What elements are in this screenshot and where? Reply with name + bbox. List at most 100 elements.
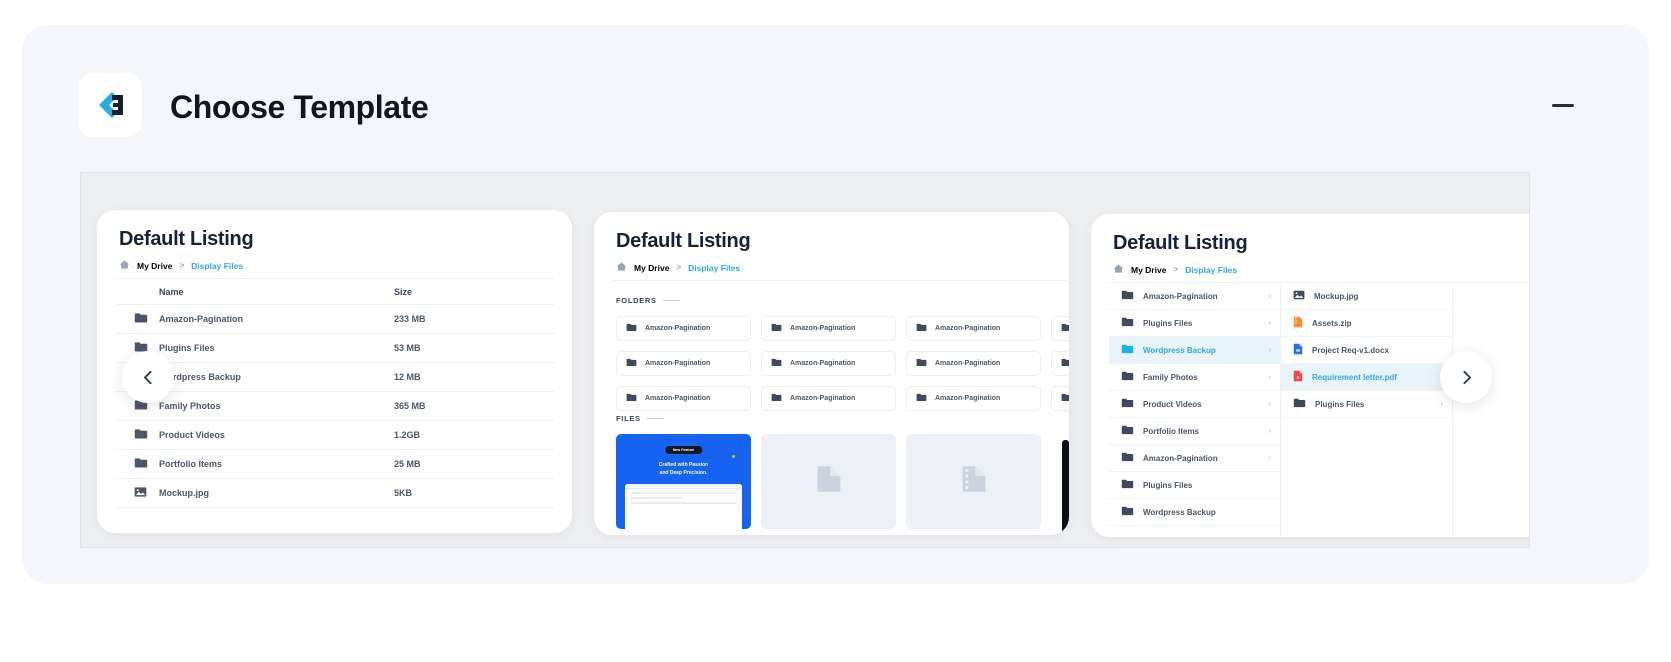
table-row[interactable]: Wordpress Backup 12 MB <box>115 362 554 392</box>
carousel-next-button[interactable] <box>1440 351 1492 403</box>
file-size: 5KB <box>394 478 554 508</box>
promo-line-1: Crafted with Passion <box>658 462 709 468</box>
folder-icon <box>771 358 782 369</box>
folder-chip-label: Amazon-Pagination <box>790 360 856 367</box>
breadcrumb-current[interactable]: Display Files <box>191 261 243 271</box>
file-size: 1.2GB <box>394 420 554 450</box>
folder-chip[interactable]: Amazon-Pagination <box>761 351 896 376</box>
file-name: Mockup.jpg <box>1314 291 1359 301</box>
breadcrumb: My Drive > Display Files <box>119 259 243 272</box>
home-icon <box>119 259 130 272</box>
carousel-prev-button[interactable] <box>122 351 174 403</box>
breadcrumb-drive[interactable]: My Drive <box>137 261 172 271</box>
table-row[interactable]: Product Videos 1.2GB <box>115 420 554 450</box>
folder-chip[interactable]: Amazon-Pagination <box>616 351 751 376</box>
file-thumbnail-row: New Feature Crafted with Passion and Dee… <box>616 434 1069 529</box>
folder-icon <box>1121 452 1134 464</box>
breadcrumb: My Drive > Display Files <box>1113 263 1237 276</box>
vertical-scrollbar[interactable] <box>1062 440 1069 535</box>
file-size: 365 MB <box>394 391 554 421</box>
folder-name: Family Photos <box>1143 372 1198 382</box>
file-table: Name Size Amazon-Pagination 233 MB Plugi… <box>115 278 554 508</box>
folder-icon <box>626 358 637 369</box>
file-name: Plugins Files <box>159 343 215 353</box>
template-carousel: Default Listing My Drive > Display Files… <box>80 172 1530 548</box>
file-name: Project Req-v1.docx <box>1312 345 1389 355</box>
file-thumbnail[interactable] <box>761 434 896 529</box>
folder-chip[interactable]: Amazon-Pagination <box>616 386 751 411</box>
folder-chip-label: Amazon-Pagination <box>790 325 856 332</box>
document-file-icon <box>812 462 846 501</box>
list-item[interactable]: Mockup.jpg <box>1281 283 1452 310</box>
folder-chip[interactable]: Amazon-Pagination <box>616 316 751 341</box>
divider <box>612 280 1069 281</box>
folder-icon <box>626 323 637 334</box>
table-row[interactable]: Plugins Files 53 MB <box>115 333 554 363</box>
table-row[interactable]: Family Photos 365 MB <box>115 391 554 421</box>
list-item[interactable]: Family Photos › <box>1109 364 1280 391</box>
list-item[interactable]: W Project Req-v1.docx <box>1281 337 1452 364</box>
breadcrumb-drive[interactable]: My Drive <box>634 263 669 273</box>
files-section: FILES New Feature Crafted with Passion a… <box>616 414 1069 529</box>
file-thumbnail[interactable] <box>906 434 1041 529</box>
breadcrumb-current[interactable]: Display Files <box>688 263 740 273</box>
file-name: Requirement letter.pdf <box>1312 372 1397 382</box>
folder-icon <box>1061 393 1069 404</box>
list-item[interactable]: Product Videos › <box>1109 391 1280 418</box>
chevron-right-icon: › <box>1268 400 1271 408</box>
list-item[interactable]: Amazon-Pagination › <box>1109 445 1280 472</box>
list-item[interactable]: Wordpress Backup <box>1109 499 1280 526</box>
list-item[interactable]: Assets.zip <box>1281 310 1452 337</box>
page-title: Choose Template <box>170 89 429 125</box>
chevron-right-icon: › <box>1268 373 1271 381</box>
chevron-left-icon <box>140 369 157 386</box>
folder-icon <box>1293 398 1306 410</box>
zip-file-icon <box>1293 316 1303 330</box>
list-item[interactable]: Plugins Files <box>1109 472 1280 499</box>
file-name: Family Photos <box>159 401 221 411</box>
folder-name: Amazon-Pagination <box>1143 453 1218 463</box>
table-row[interactable]: Portfolio Items 25 MB <box>115 449 554 479</box>
chevron-right-icon: › <box>1440 400 1443 408</box>
folder-chip[interactable]: Amazon-Pagination <box>1051 386 1069 411</box>
image-file-icon <box>1293 290 1305 302</box>
folder-chip-grid: Amazon-Pagination Amazon-Pagination Amaz… <box>616 316 1069 411</box>
folder-name: Product Videos <box>1143 399 1202 409</box>
preview-pane <box>1453 283 1529 537</box>
list-item[interactable]: Plugins Files › <box>1109 310 1280 337</box>
app-logo <box>78 73 142 137</box>
list-item[interactable]: Portfolio Items › <box>1109 418 1280 445</box>
list-item-selected[interactable]: Wordpress Backup › <box>1109 337 1280 364</box>
svg-text:W: W <box>1296 348 1300 353</box>
breadcrumb: My Drive > Display Files <box>616 261 740 274</box>
folder-chip[interactable]: Amazon-Pagination <box>906 351 1041 376</box>
folder-chip[interactable]: Amazon-Pagination <box>1051 316 1069 341</box>
promo-line-2: and Deep Precision. <box>659 470 708 476</box>
folder-name: Amazon-Pagination <box>1143 291 1218 301</box>
file-name: Plugins Files <box>1315 399 1365 409</box>
breadcrumb-drive[interactable]: My Drive <box>1131 265 1166 275</box>
file-thumbnail-promo[interactable]: New Feature Crafted with Passion and Dee… <box>616 434 751 529</box>
folder-icon <box>134 458 148 471</box>
minimize-button[interactable] <box>1543 85 1583 125</box>
folder-icon <box>1061 358 1069 369</box>
column-header-size[interactable]: Size <box>394 278 554 305</box>
list-item-selected[interactable]: A Requirement letter.pdf <box>1281 364 1452 391</box>
folder-icon <box>134 429 148 442</box>
folder-chip[interactable]: Amazon-Pagination <box>906 386 1041 411</box>
table-row[interactable]: Amazon-Pagination 233 MB <box>115 304 554 334</box>
folder-chip[interactable]: Amazon-Pagination <box>906 316 1041 341</box>
column-header-name[interactable]: Name <box>115 278 394 305</box>
promo-text: Crafted with Passion and Deep Precision. <box>629 461 739 477</box>
table-row[interactable]: Mockup.jpg 5KB <box>115 478 554 508</box>
list-item[interactable]: Amazon-Pagination › <box>1109 283 1280 310</box>
folder-icon <box>626 393 637 404</box>
list-item[interactable]: Plugins Files › <box>1281 391 1452 418</box>
folder-chip[interactable]: Amazon-Pagination <box>1051 351 1069 376</box>
template-card-default-listing-grid[interactable]: Default Listing My Drive > Display Files… <box>594 212 1069 535</box>
folder-chip[interactable]: Amazon-Pagination <box>761 386 896 411</box>
breadcrumb-current[interactable]: Display Files <box>1185 265 1237 275</box>
folder-chip[interactable]: Amazon-Pagination <box>761 316 896 341</box>
chevron-right-icon: › <box>1268 427 1271 435</box>
files-section-heading: FILES <box>616 414 1069 423</box>
